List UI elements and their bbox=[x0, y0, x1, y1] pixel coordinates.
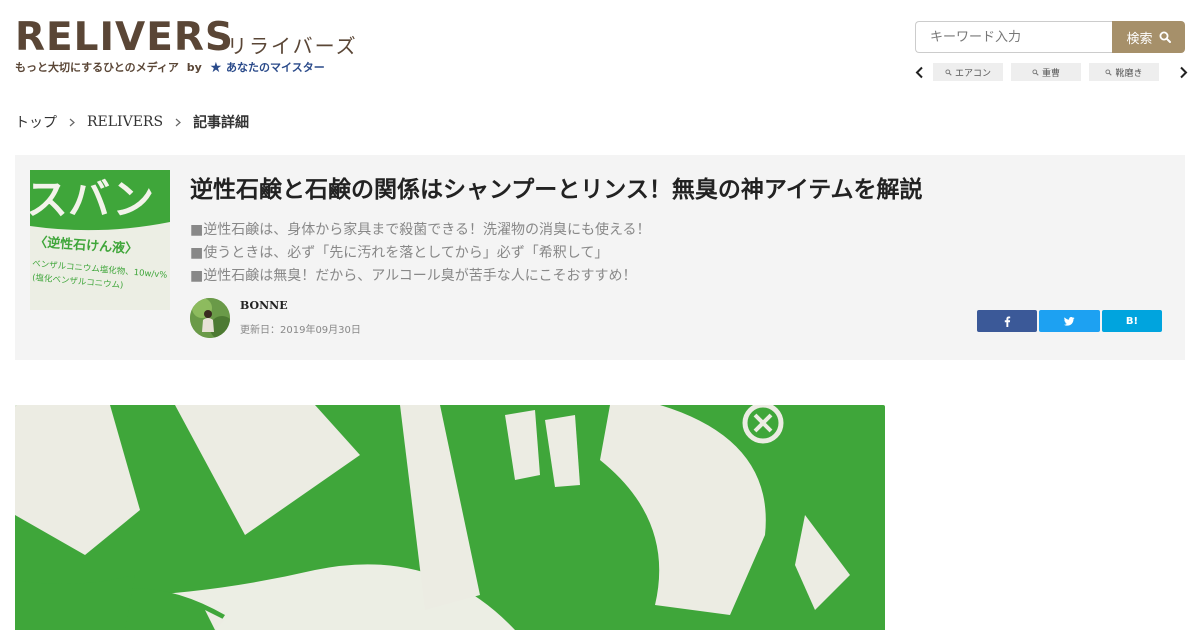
logo-by: by bbox=[186, 61, 202, 74]
tag-chip[interactable]: エアコン bbox=[933, 63, 1003, 81]
author-photo bbox=[190, 298, 230, 338]
chevron-left-icon bbox=[915, 66, 923, 78]
chevron-right-icon bbox=[1179, 66, 1187, 78]
search-button[interactable]: 検索 bbox=[1112, 21, 1185, 53]
article-summary: ■逆性石鹸は、身体から家具まで殺菌できる！洗濯物の消臭にも使える！ ■使うときは… bbox=[190, 219, 651, 288]
search-icon bbox=[1159, 31, 1171, 43]
tag-chip-label: 靴磨き bbox=[1115, 68, 1143, 79]
updated-date: 更新日：2019年09月30日 bbox=[240, 325, 361, 336]
article-thumbnail: スバン 〈逆性石けん液〉 ベンザルコニウム塩化物、10w/v% (塩化ベンザルコ… bbox=[30, 170, 170, 310]
logo-kana: リライバーズ bbox=[227, 34, 358, 58]
breadcrumb-top[interactable]: トップ bbox=[15, 112, 57, 132]
tag-chip-label: エアコン bbox=[954, 68, 991, 79]
facebook-icon bbox=[1004, 316, 1010, 327]
product-photo: スバン 〈逆性石けん液〉 ベンザルコニウム塩化物、10w/v% (塩化ベンザルコ… bbox=[30, 170, 170, 310]
tag-next-button[interactable] bbox=[1176, 62, 1190, 82]
breadcrumb: トップ RELIVERS 記事詳細 bbox=[15, 112, 249, 132]
article-header: スバン 〈逆性石けん液〉 ベンザルコニウム塩化物、10w/v% (塩化ベンザルコ… bbox=[15, 155, 1185, 360]
logo-tagline-text: もっと大切にするひとのメディア bbox=[15, 61, 179, 74]
breadcrumb-current: 記事詳細 bbox=[193, 115, 250, 131]
tag-chip[interactable]: 靴磨き bbox=[1089, 63, 1159, 81]
article-main-image bbox=[15, 405, 885, 630]
product-closeup-photo bbox=[15, 405, 885, 630]
breadcrumb-relivers[interactable]: RELIVERS bbox=[87, 114, 163, 130]
facebook-share-button[interactable] bbox=[977, 310, 1037, 332]
tag-prev-button[interactable] bbox=[912, 62, 926, 82]
hatena-bookmark-button[interactable]: B! bbox=[1102, 310, 1162, 332]
tag-carousel: エアコン 重曹 靴磨き bbox=[912, 62, 1192, 82]
tag-chip-label: 重曹 bbox=[1041, 68, 1060, 79]
logo-brand: あなたのマイスター bbox=[226, 61, 325, 74]
chevron-right-icon bbox=[175, 118, 181, 127]
summary-point: ■逆性石鹸は無臭！だから、アルコール臭が苦手な人にこそおすすめ！ bbox=[190, 268, 637, 284]
hatena-label: B! bbox=[1125, 315, 1139, 327]
search-icon bbox=[1032, 68, 1039, 76]
summary-point: ■使うときは、必ず「先に汚れを落としてから」必ず「希釈して」 bbox=[190, 245, 609, 261]
twitter-share-button[interactable] bbox=[1039, 310, 1100, 332]
summary-point: ■逆性石鹸は、身体から家具まで殺菌できる！洗濯物の消臭にも使える！ bbox=[190, 222, 651, 238]
search-bar: 検索 bbox=[915, 21, 1185, 53]
site-logo[interactable]: RELIVERS リライバーズ もっと大切にするひとのメディア by ★ あなた… bbox=[15, 16, 375, 78]
logo-tagline: もっと大切にするひとのメディア by ★ あなたのマイスター bbox=[15, 61, 325, 75]
author-name[interactable]: BONNE bbox=[240, 299, 288, 312]
twitter-icon bbox=[1064, 316, 1075, 326]
search-button-label: 検索 bbox=[1126, 31, 1153, 47]
author-avatar[interactable] bbox=[190, 298, 230, 338]
article-title: 逆性石鹸と石鹸の関係はシャンプーとリンス！無臭の神アイテムを解説 bbox=[190, 177, 923, 203]
tag-chip[interactable]: 重曹 bbox=[1011, 63, 1081, 81]
logo-wordmark: RELIVERS bbox=[15, 15, 234, 60]
meister-star-icon: ★ bbox=[209, 60, 223, 76]
search-input[interactable] bbox=[915, 21, 1112, 53]
search-icon bbox=[945, 68, 952, 76]
chevron-right-icon bbox=[69, 118, 75, 127]
thumb-product-name: スバン bbox=[30, 175, 154, 224]
search-icon bbox=[1105, 68, 1113, 76]
